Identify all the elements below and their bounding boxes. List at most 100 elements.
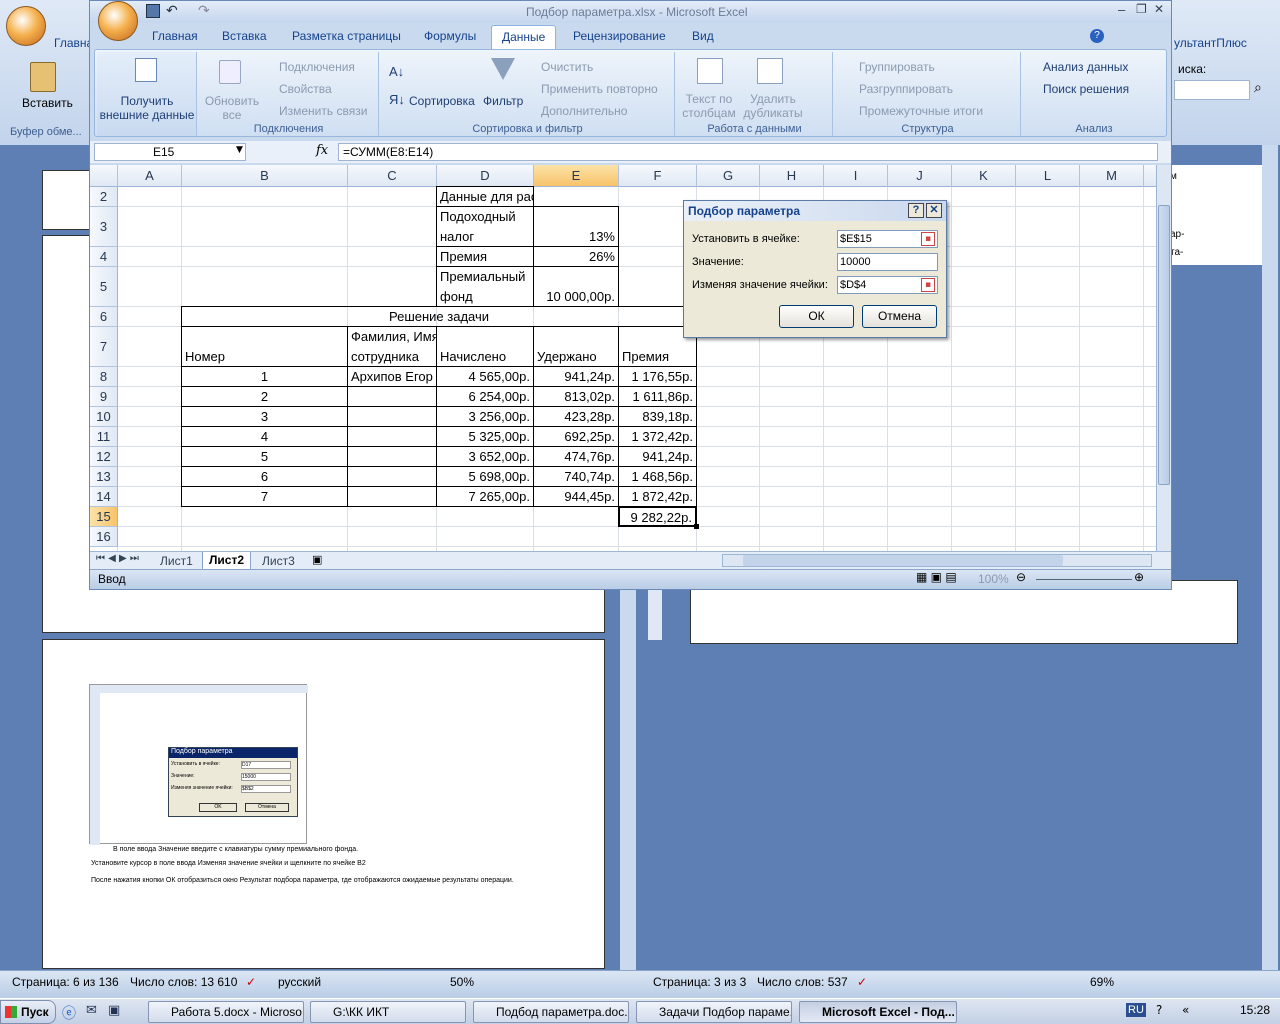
excel-office-button[interactable]: [98, 1, 138, 41]
office-button[interactable]: [6, 6, 46, 46]
cell-a6-merged[interactable]: Решение задачи: [181, 306, 697, 327]
column-header-j[interactable]: J: [888, 165, 952, 187]
cell-bonus[interactable]: 1 611,86р.: [618, 386, 697, 407]
excel-hscrollbar[interactable]: [722, 554, 1152, 567]
column-header-e[interactable]: E: [534, 165, 619, 187]
cell-a7[interactable]: Номер: [181, 326, 348, 367]
word-left-language[interactable]: русский: [278, 975, 321, 989]
row-header-7[interactable]: 7: [90, 327, 118, 367]
select-all-corner[interactable]: [90, 165, 118, 187]
column-header-g[interactable]: G: [697, 165, 760, 187]
properties-button[interactable]: Свойства: [279, 82, 332, 96]
name-box[interactable]: E15: [94, 143, 246, 161]
tab-formulas[interactable]: Формулы: [424, 29, 476, 43]
cell-number[interactable]: 4: [181, 426, 348, 447]
zoom-in-icon[interactable]: ⊕: [1134, 570, 1144, 584]
row-header-5[interactable]: 5: [90, 267, 118, 307]
outlook-icon[interactable]: ✉: [86, 1003, 97, 1018]
cell-number[interactable]: 7: [181, 486, 348, 507]
tab-home[interactable]: Главная: [152, 29, 198, 43]
excel-vscrollbar[interactable]: [1156, 165, 1171, 551]
cell-withheld[interactable]: 423,28р.: [533, 406, 619, 427]
undo-icon[interactable]: ↶: [166, 2, 178, 19]
solver-button[interactable]: Поиск решения: [1043, 82, 1129, 96]
row-header-8[interactable]: 8: [90, 367, 118, 387]
set-cell-collapse-icon[interactable]: ▪: [921, 232, 935, 246]
excel-hscroll-thumb[interactable]: [743, 555, 1063, 566]
cell-accrued[interactable]: 3 256,00р.: [436, 406, 534, 427]
row-header-6[interactable]: 6: [90, 307, 118, 327]
cell-withheld[interactable]: 813,02р.: [533, 386, 619, 407]
changing-cell-collapse-icon[interactable]: ▪: [921, 278, 935, 292]
row-header-12[interactable]: 12: [90, 447, 118, 467]
worksheet-grid[interactable]: ABCDEFGHIJKLMN2345678910111213141516Данн…: [90, 165, 1160, 551]
word-right-scrollbar[interactable]: [1262, 145, 1278, 970]
excel-vscroll-thumb[interactable]: [1158, 205, 1170, 485]
cell-withheld[interactable]: 474,76р.: [533, 446, 619, 467]
remove-duplicates-button[interactable]: Удалить дубликаты: [741, 92, 805, 120]
cell-name[interactable]: [347, 386, 437, 407]
row-header-15[interactable]: 15: [90, 507, 118, 527]
value-input[interactable]: 10000: [837, 253, 938, 271]
column-header-b[interactable]: B: [182, 165, 348, 187]
subtotal-button[interactable]: Промежуточные итоги: [859, 104, 983, 118]
cell-withheld[interactable]: 941,24р.: [533, 366, 619, 387]
paste-button[interactable]: Вставить: [22, 96, 73, 110]
advanced-filter-button[interactable]: Дополнительно: [541, 104, 627, 118]
word-right-spellcheck-icon[interactable]: ✓: [857, 975, 867, 989]
cell-name[interactable]: [347, 446, 437, 467]
tab-review[interactable]: Рецензирование: [573, 29, 666, 43]
cell-d3[interactable]: 13%: [533, 206, 619, 247]
dialog-close-button[interactable]: ✕: [926, 203, 942, 218]
word-right-zoom[interactable]: 69%: [1090, 975, 1114, 989]
close-icon[interactable]: ✕: [1154, 2, 1164, 16]
clear-filter-button[interactable]: Очистить: [541, 60, 593, 74]
word-tab-home[interactable]: Главна: [54, 36, 93, 50]
help-tray-icon[interactable]: ?: [1156, 1003, 1162, 1017]
column-header-l[interactable]: L: [1016, 165, 1080, 187]
cell-c5[interactable]: Премиальный фонд: [436, 266, 534, 307]
zoom-out-icon[interactable]: ⊖: [1016, 570, 1026, 584]
cell-name[interactable]: [347, 406, 437, 427]
cell-e15-active[interactable]: 9 282,22р.: [618, 506, 697, 527]
column-header-m[interactable]: M: [1080, 165, 1144, 187]
cell-a15-d15[interactable]: [181, 506, 619, 527]
sheet-nav-arrows[interactable]: ⏮ ◀ ▶ ⏭: [96, 553, 139, 564]
sheet-tab-2[interactable]: Лист2: [202, 552, 252, 570]
minimize-icon[interactable]: –: [1118, 2, 1125, 17]
dialog-help-button[interactable]: ?: [908, 203, 924, 218]
taskbar-item-tasks-doc[interactable]: Задачи Подбор параме...: [636, 1001, 792, 1023]
refresh-all-button[interactable]: Обновить все: [201, 94, 263, 122]
redo-icon[interactable]: ↷: [198, 2, 210, 19]
row-header-14[interactable]: 14: [90, 487, 118, 507]
cell-c2-header[interactable]: Данные для расчетов: [436, 186, 534, 207]
doc-page-bottom[interactable]: Подбор параметра Установить в ячейке: D1…: [42, 639, 605, 969]
cell-c3[interactable]: Подоходный налог: [436, 206, 534, 247]
row-header-4[interactable]: 4: [90, 247, 118, 267]
row-header-3[interactable]: 3: [90, 207, 118, 247]
taskbar-item-work5[interactable]: Работа 5.docx - Microso...: [148, 1001, 304, 1023]
taskbar-item-goalseek-doc[interactable]: Подбод параметра.doc...: [473, 1001, 629, 1023]
save-quick-icon[interactable]: ▣: [108, 1003, 120, 1018]
cell-accrued[interactable]: 5 325,00р.: [436, 426, 534, 447]
word-left-zoom[interactable]: 50%: [450, 975, 474, 989]
tab-insert[interactable]: Вставка: [222, 29, 267, 43]
cell-accrued[interactable]: 6 254,00р.: [436, 386, 534, 407]
consultant-tab[interactable]: ультантПлюс: [1174, 36, 1247, 50]
fill-handle[interactable]: [694, 524, 699, 529]
cell-number[interactable]: 6: [181, 466, 348, 487]
sort-za-icon[interactable]: Я↓: [389, 92, 405, 107]
cell-name[interactable]: [347, 466, 437, 487]
row-header-10[interactable]: 10: [90, 407, 118, 427]
tab-page-layout[interactable]: Разметка страницы: [292, 29, 401, 43]
cell-d7[interactable]: Удержано: [533, 326, 619, 367]
search-input[interactable]: [1174, 80, 1250, 100]
help-icon[interactable]: ?: [1090, 29, 1104, 43]
cell-bonus[interactable]: 839,18р.: [618, 406, 697, 427]
connections-button[interactable]: Подключения: [279, 60, 355, 74]
column-header-a[interactable]: A: [118, 165, 182, 187]
cell-number[interactable]: 5: [181, 446, 348, 467]
cell-name[interactable]: [347, 426, 437, 447]
cell-withheld[interactable]: 740,74р.: [533, 466, 619, 487]
save-icon[interactable]: [146, 4, 160, 18]
